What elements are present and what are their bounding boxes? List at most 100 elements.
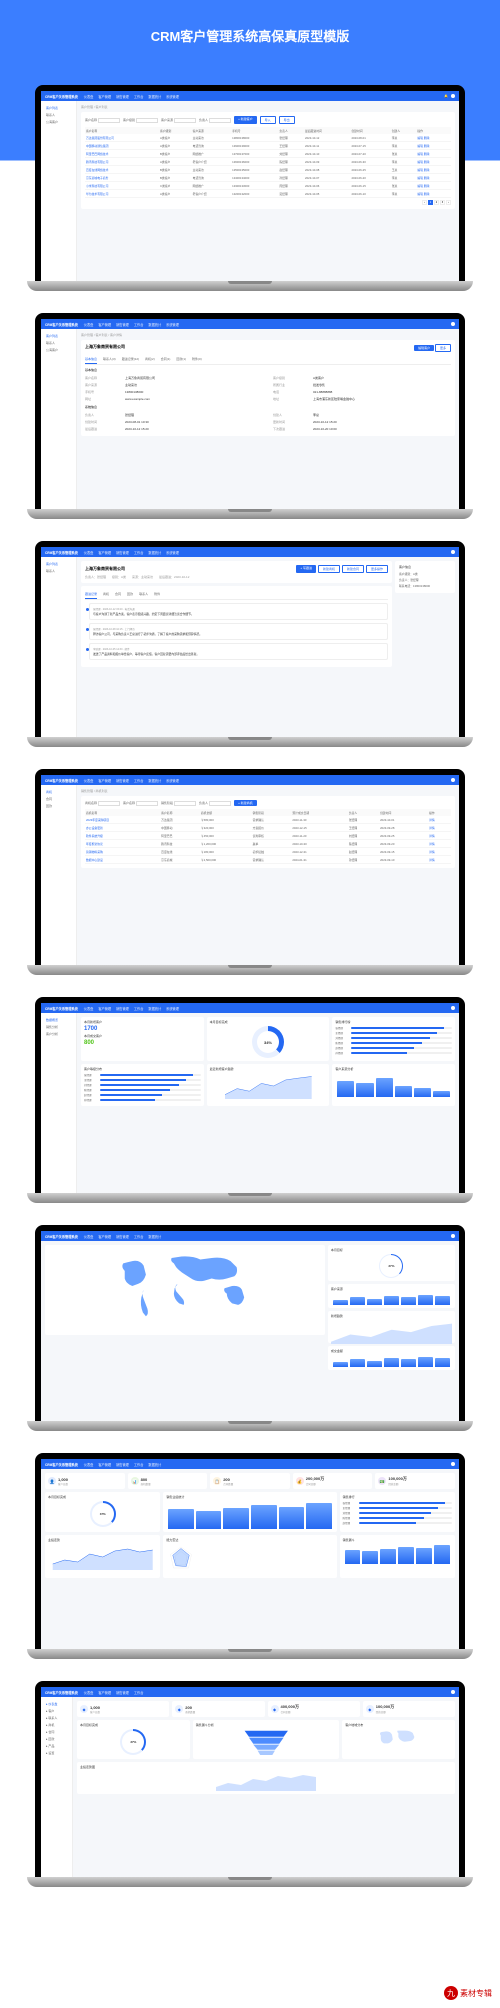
tab[interactable]: 附件(0) bbox=[192, 355, 202, 364]
nav-item[interactable]: 数据统计 bbox=[148, 550, 161, 555]
page-num[interactable]: 3 bbox=[440, 200, 445, 205]
nav-item[interactable]: 数据统计 bbox=[148, 1006, 161, 1011]
sidebar-item[interactable]: ▸ 客户 bbox=[44, 1707, 69, 1714]
nav-item[interactable]: 仪表盘 bbox=[84, 550, 94, 555]
nav-item[interactable]: 工作台 bbox=[134, 322, 144, 327]
nav-item[interactable]: 客户管理 bbox=[98, 1462, 111, 1467]
nav-item[interactable]: 销售管理 bbox=[116, 550, 129, 555]
nav-item[interactable]: 工作台 bbox=[134, 778, 144, 783]
avatar[interactable] bbox=[451, 778, 455, 782]
import-button[interactable]: 导入 bbox=[260, 116, 276, 124]
export-button[interactable]: 导出 bbox=[279, 116, 295, 124]
sidebar-item[interactable]: 联系人 bbox=[44, 339, 73, 346]
table-row[interactable]: 软件系统升级阿里巴巴￥450,000谈判审核2023-11-20刘经理2023-… bbox=[85, 832, 451, 840]
nav-item[interactable]: 系统管理 bbox=[166, 1006, 179, 1011]
nav-item[interactable]: 仪表盘 bbox=[84, 1234, 94, 1239]
nav-item[interactable]: 系统管理 bbox=[166, 550, 179, 555]
nav-item[interactable]: 系统管理 bbox=[166, 94, 179, 99]
tab[interactable]: 基本信息 bbox=[85, 355, 97, 364]
sidebar-item[interactable]: ▸ 设置 bbox=[44, 1749, 69, 1756]
avatar[interactable] bbox=[451, 94, 455, 98]
table-row[interactable]: 办公设备更新中国移动￥320,000方案报价2023-12-15王经理2023-… bbox=[85, 824, 451, 832]
nav-item[interactable]: 客户管理 bbox=[98, 94, 111, 99]
nav-item[interactable]: 工作台 bbox=[134, 1462, 144, 1467]
sidebar-item[interactable]: 联系人 bbox=[44, 567, 73, 574]
table-row[interactable]: 2023年度采购项目万达集团￥580,000需求确认2023-11-30张经理2… bbox=[85, 816, 451, 824]
nav-item[interactable]: 系统管理 bbox=[166, 322, 179, 327]
avatar[interactable] bbox=[451, 1006, 455, 1010]
filter-input[interactable] bbox=[209, 801, 231, 806]
sidebar-item[interactable]: 客户列表 bbox=[44, 104, 73, 111]
sidebar-item[interactable]: 回款 bbox=[44, 802, 73, 809]
page-next[interactable]: › bbox=[446, 200, 451, 205]
nav-item[interactable]: 客户管理 bbox=[98, 778, 111, 783]
tab[interactable]: 跟进记录(12) bbox=[122, 355, 139, 364]
table-row[interactable]: 年度框架协议腾讯科技￥1,200,000赢单2023-10-30陈经理2023-… bbox=[85, 840, 451, 848]
table-row[interactable]: 小米科技有限公司C类客户网络推广13300133000周经理2023-10-06… bbox=[85, 182, 451, 190]
edit-button[interactable]: 编辑客户 bbox=[414, 345, 434, 351]
table-row[interactable]: 京东商城电子商务B类客户电话咨询13400134000孙经理2023-10-07… bbox=[85, 174, 451, 182]
nav-item[interactable]: 工作台 bbox=[134, 1690, 144, 1695]
tab[interactable]: 联系人(3) bbox=[103, 355, 116, 364]
nav-item[interactable]: 客户管理 bbox=[98, 550, 111, 555]
avatar[interactable] bbox=[451, 322, 455, 326]
avatar[interactable] bbox=[451, 1462, 455, 1466]
nav-item[interactable]: 销售管理 bbox=[116, 1234, 129, 1239]
tab[interactable]: 回款 bbox=[127, 590, 133, 599]
filter-input[interactable] bbox=[174, 801, 196, 806]
nav-item[interactable]: 仪表盘 bbox=[84, 1690, 94, 1695]
add-button[interactable]: + 新建商机 bbox=[234, 800, 257, 806]
more-button[interactable]: 更多 bbox=[435, 344, 451, 352]
filter-input[interactable] bbox=[136, 801, 158, 806]
table-row[interactable]: 百度在线网络技术B类客户主动来访13500135000赵经理2023-10-08… bbox=[85, 166, 451, 174]
nav-item[interactable]: 数据统计 bbox=[148, 94, 161, 99]
nav-item[interactable]: 仪表盘 bbox=[84, 1462, 94, 1467]
nav-item[interactable]: 客户管理 bbox=[98, 322, 111, 327]
nav-item[interactable]: 销售管理 bbox=[116, 1690, 129, 1695]
sidebar-item[interactable]: 合同 bbox=[44, 795, 73, 802]
tab[interactable]: 回款(1) bbox=[176, 355, 186, 364]
table-row[interactable]: 万达集团股份有限公司A类客户主动来访13800138000张经理2023-10-… bbox=[85, 134, 451, 142]
sidebar-item[interactable]: 商机 bbox=[44, 788, 73, 795]
sidebar-item[interactable]: ▸ 产品 bbox=[44, 1742, 69, 1749]
filter-input[interactable] bbox=[136, 118, 158, 123]
tab[interactable]: 合同 bbox=[115, 590, 121, 599]
nav-item[interactable]: 数据统计 bbox=[148, 1234, 161, 1239]
avatar[interactable] bbox=[451, 550, 455, 554]
action-button[interactable]: + 写跟进 bbox=[296, 565, 316, 573]
nav-item[interactable]: 数据统计 bbox=[148, 778, 161, 783]
nav-item[interactable]: 销售管理 bbox=[116, 1462, 129, 1467]
sidebar-item[interactable]: ▸ 联系人 bbox=[44, 1714, 69, 1721]
page-prev[interactable]: ‹ bbox=[422, 200, 427, 205]
sidebar-item[interactable]: ▸ 回款 bbox=[44, 1735, 69, 1742]
table-row[interactable]: 中国移动通信集团A类客户电话咨询13900139000王经理2023-10-11… bbox=[85, 142, 451, 150]
tab[interactable]: 商机(2) bbox=[145, 355, 155, 364]
tab[interactable]: 跟进记录 bbox=[85, 590, 97, 599]
tab[interactable]: 联系人 bbox=[139, 590, 148, 599]
nav-item[interactable]: 数据统计 bbox=[148, 1462, 161, 1467]
nav-item[interactable]: 仪表盘 bbox=[84, 778, 94, 783]
nav-item[interactable]: 销售管理 bbox=[116, 778, 129, 783]
action-button[interactable]: 新建商机 bbox=[318, 565, 340, 573]
action-button[interactable]: 新建合同 bbox=[342, 565, 364, 573]
nav-item[interactable]: 工作台 bbox=[134, 550, 144, 555]
tab[interactable]: 商机 bbox=[103, 590, 109, 599]
table-row[interactable]: 数据中心建设京东商城￥2,500,000需求确认2024-01-31孙经理202… bbox=[85, 856, 451, 864]
table-row[interactable]: 阿里巴巴网络技术B类客户网络推广13700137000刘经理2023-10-10… bbox=[85, 150, 451, 158]
sidebar-item[interactable]: 销售分析 bbox=[44, 1023, 73, 1030]
nav-item[interactable]: 工作台 bbox=[134, 1234, 144, 1239]
filter-input[interactable] bbox=[209, 118, 231, 123]
sidebar-item[interactable]: 客户列表 bbox=[44, 560, 73, 567]
nav-item[interactable]: 仪表盘 bbox=[84, 1006, 94, 1011]
table-row[interactable]: 营销物料采购百度在线￥180,000初步接触2023-12-31赵经理2023-… bbox=[85, 848, 451, 856]
nav-item[interactable]: 仪表盘 bbox=[84, 94, 94, 99]
sidebar-item[interactable]: 公海客户 bbox=[44, 346, 73, 353]
sidebar-item[interactable]: 联系人 bbox=[44, 111, 73, 118]
nav-item[interactable]: 客户管理 bbox=[98, 1234, 111, 1239]
nav-item[interactable]: 工作台 bbox=[134, 1006, 144, 1011]
page-num[interactable]: 1 bbox=[428, 200, 433, 205]
avatar[interactable] bbox=[451, 1234, 455, 1238]
sidebar-item[interactable]: 客户分析 bbox=[44, 1030, 73, 1037]
tab[interactable]: 附件 bbox=[154, 590, 160, 599]
nav-item[interactable]: 系统管理 bbox=[166, 778, 179, 783]
